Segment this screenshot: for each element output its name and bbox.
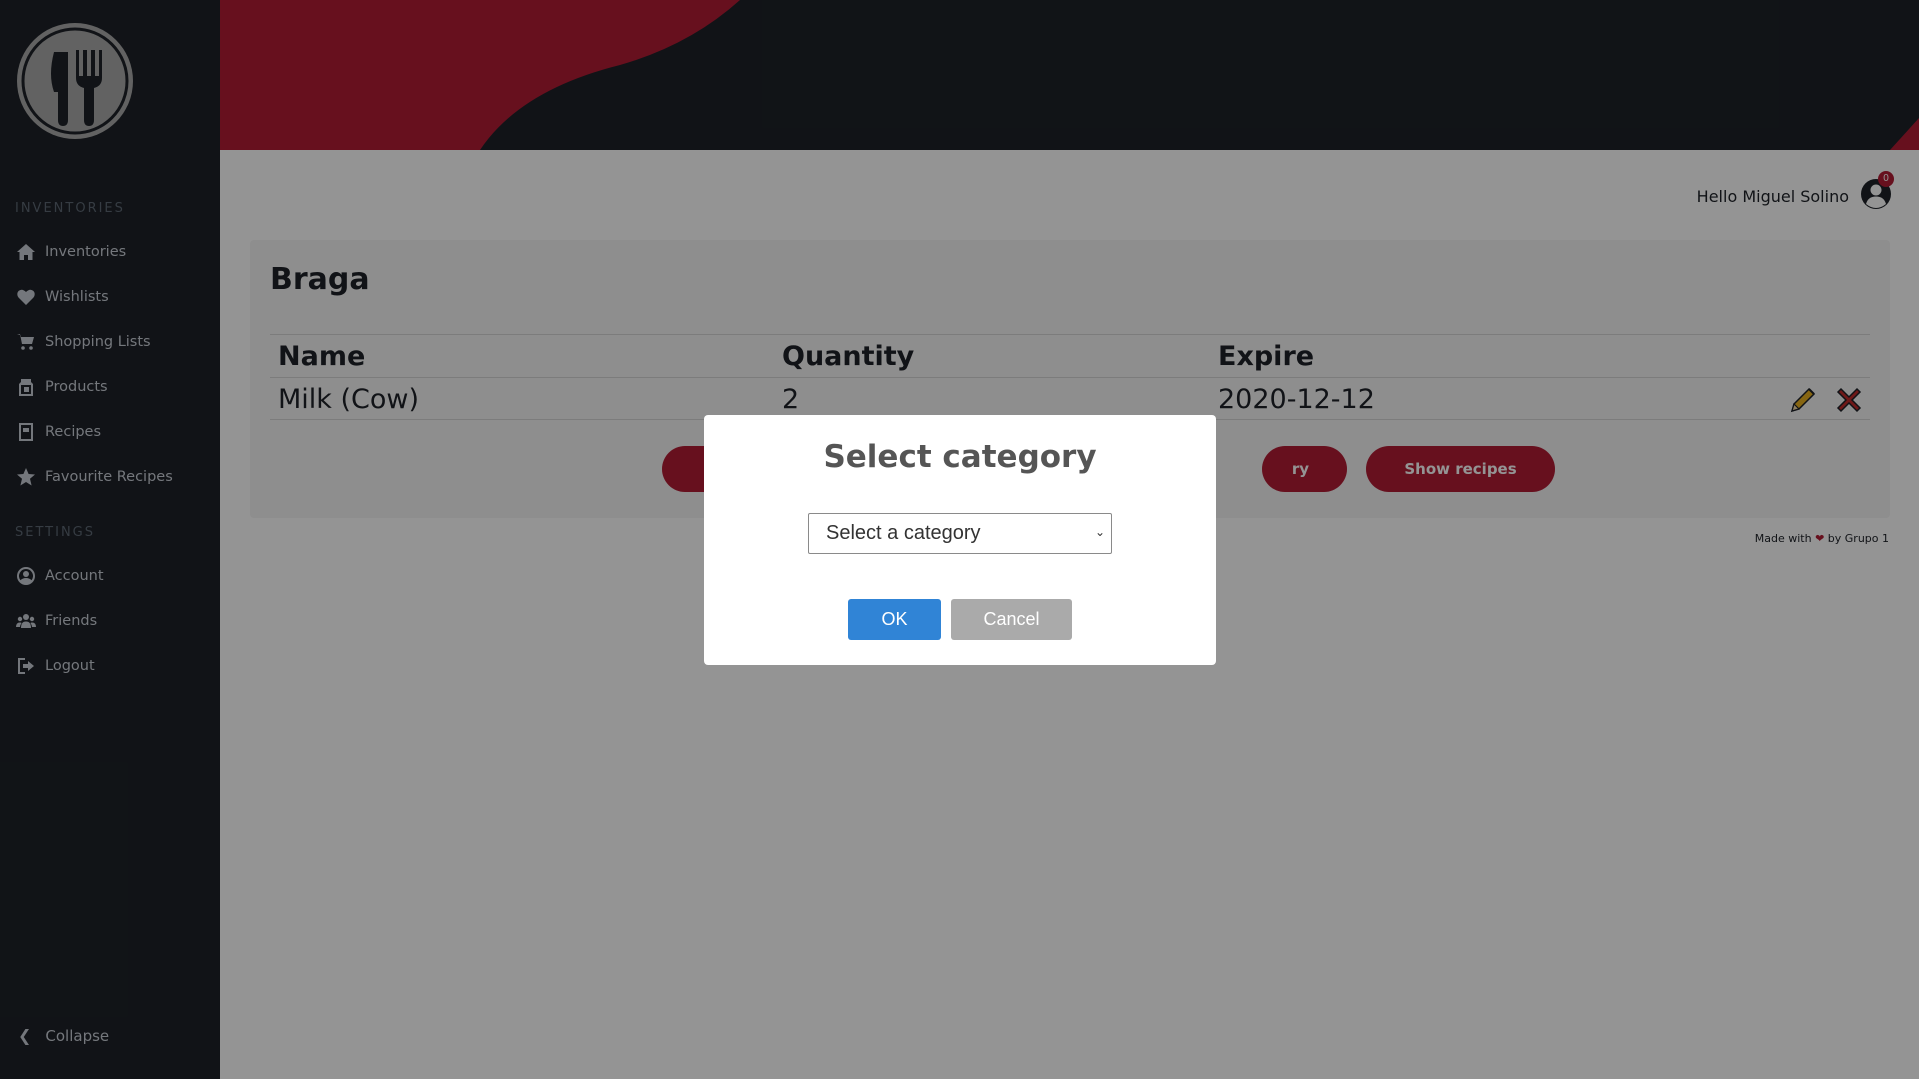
category-select-value: Select a category [826,522,981,544]
ok-button[interactable]: OK [848,599,941,640]
cancel-button[interactable]: Cancel [951,599,1072,640]
dialog-title: Select category [823,439,1097,475]
select-category-dialog: Select category Select a category ⌄ OK C… [704,415,1216,665]
category-select[interactable]: Select a category ⌄ [808,513,1112,554]
chevron-down-icon: ⌄ [1094,525,1105,539]
